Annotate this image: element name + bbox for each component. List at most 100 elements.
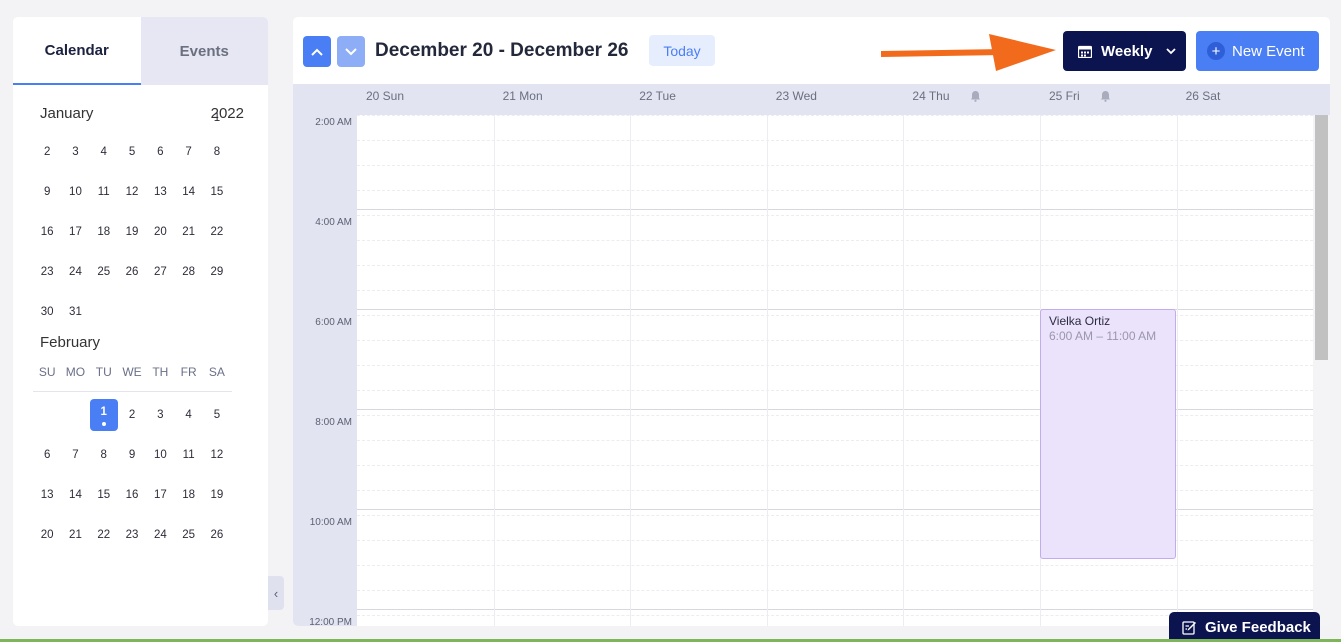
calendar-day[interactable]: 6 [33, 435, 61, 475]
calendar-day[interactable]: 28 [174, 252, 202, 292]
day-header-4[interactable]: 23 Wed [776, 89, 817, 103]
calendar-day[interactable]: 12 [118, 172, 146, 212]
calendar-day[interactable]: 25 [90, 252, 118, 292]
calendar-empty-cell [174, 112, 202, 132]
calendar-day[interactable]: 3 [146, 395, 174, 435]
calendar-day[interactable]: 26 [118, 252, 146, 292]
day-header-2[interactable]: 21 Mon [503, 89, 543, 103]
day-header-1[interactable]: 20 Sun [366, 89, 404, 103]
time-slot-line [357, 165, 1313, 166]
calendar-day[interactable]: 5 [118, 132, 146, 172]
calendar-day[interactable]: 15 [90, 475, 118, 515]
calendar-day[interactable]: 19 [118, 212, 146, 252]
calendar-day[interactable]: 27 [146, 252, 174, 292]
calendar-day[interactable]: 1 [89, 395, 118, 435]
calendar-day[interactable]: 21 [61, 515, 89, 555]
calendar-day[interactable]: 24 [61, 252, 89, 292]
february-day-grid: 1 2 3 4 5 6 7 8 9 10 11 12 13 14 15 16 17 18 19 20 21 22 23 24 2… [33, 395, 268, 555]
day-header-7[interactable]: 26 Sat [1186, 89, 1221, 103]
view-selector-button[interactable]: Weekly [1063, 31, 1186, 71]
calendar-day[interactable]: 3 [61, 132, 89, 172]
calendar-day[interactable]: 11 [174, 435, 202, 475]
weekday-label: MO [65, 365, 86, 379]
event-title: Vielka Ortiz [1049, 314, 1111, 328]
calendar-day[interactable]: 12 [203, 435, 231, 475]
calendar-day[interactable]: 14 [61, 475, 89, 515]
calendar-day[interactable]: 2 [118, 395, 146, 435]
calendar-day[interactable]: 17 [146, 475, 174, 515]
calendar-day[interactable]: 10 [61, 172, 89, 212]
calendar-day[interactable]: 9 [118, 435, 146, 475]
calendar-day[interactable]: 17 [61, 212, 89, 252]
calendar-day[interactable]: 15 [203, 172, 231, 212]
calendar-day[interactable]: 13 [33, 475, 61, 515]
calendar-day[interactable]: 4 [174, 395, 202, 435]
calendar-day[interactable]: 13 [146, 172, 174, 212]
day-column-divider [630, 115, 631, 626]
calendar-day[interactable]: 11 [90, 172, 118, 212]
calendar-day[interactable]: 7 [174, 132, 202, 172]
calendar-empty-cell [90, 292, 118, 332]
calendar-day[interactable]: 5 [203, 395, 231, 435]
today-button[interactable]: Today [649, 35, 715, 66]
calendar-day[interactable]: 31 [61, 292, 89, 332]
day-header-6[interactable]: 25 Fri [1049, 89, 1111, 103]
calendar-day[interactable]: 20 [33, 515, 61, 555]
time-grid: 2:00 AM 4:00 AM 6:00 AM 8:00 AM 10:00 AM 12:0… [293, 115, 1313, 626]
calendar-day[interactable]: 9 [33, 172, 61, 212]
time-slot-line [357, 565, 1313, 566]
time-slot-line [357, 590, 1313, 591]
calendar-day[interactable]: 19 [203, 475, 231, 515]
calendar-day[interactable]: 21 [174, 212, 202, 252]
calendar-day[interactable]: 24 [146, 515, 174, 555]
calendar-day[interactable]: 4 [90, 132, 118, 172]
day-header-label: 26 Sat [1185, 89, 1221, 103]
calendar-day[interactable]: 16 [118, 475, 146, 515]
calendar-day[interactable]: 14 [174, 172, 202, 212]
calendar-day[interactable]: 20 [146, 212, 174, 252]
calendar-day[interactable]: 22 [203, 212, 231, 252]
time-label: 4:00 AM [315, 217, 352, 228]
day-header-3[interactable]: 22 Tue [639, 89, 676, 103]
event-block[interactable]: Vielka Ortiz 6:00 AM – 11:00 AM [1040, 309, 1176, 559]
tab-events[interactable]: Events [140, 17, 268, 85]
event-time: 6:00 AM – 11:00 AM [1049, 329, 1157, 343]
scrollbar-thumb[interactable] [1315, 115, 1328, 360]
collapse-sidebar-button[interactable]: ‹ [268, 576, 284, 610]
view-selector-label: Weekly [1101, 42, 1153, 60]
calendar-day[interactable]: 29 [203, 252, 231, 292]
calendar-icon [1078, 45, 1092, 58]
day-header-5[interactable]: 24 Thu [912, 89, 980, 103]
tab-calendar[interactable]: Calendar [13, 17, 141, 85]
weekday-label: TH [152, 365, 169, 379]
calendar-day[interactable]: 26 [203, 515, 231, 555]
calendar-day[interactable]: 2 [33, 132, 61, 172]
calendar-day[interactable]: 1 [203, 112, 231, 132]
calendar-day[interactable]: 25 [174, 515, 202, 555]
calendar-day[interactable]: 18 [174, 475, 202, 515]
next-week-button[interactable] [337, 36, 365, 67]
calendar-day[interactable]: 22 [90, 515, 118, 555]
calendar-empty-cell [33, 112, 61, 132]
calendar-day[interactable]: 8 [90, 435, 118, 475]
new-event-button[interactable]: + New Event [1196, 31, 1319, 71]
calendar-day[interactable]: 23 [33, 252, 61, 292]
calendar-day[interactable]: 10 [146, 435, 174, 475]
time-slot-line [357, 115, 1313, 116]
previous-week-button[interactable] [303, 36, 331, 67]
calendar-day[interactable]: 30 [33, 292, 61, 332]
month-header: February [13, 334, 268, 351]
give-feedback-button[interactable]: Give Feedback [1169, 612, 1320, 642]
selected-day[interactable]: 1 [89, 399, 118, 431]
vertical-scrollbar[interactable] [1313, 115, 1330, 626]
calendar-day[interactable]: 6 [146, 132, 174, 172]
calendar-day[interactable]: 18 [90, 212, 118, 252]
calendar-day[interactable]: 23 [118, 515, 146, 555]
day-columns: Vielka Ortiz 6:00 AM – 11:00 AM [357, 115, 1313, 626]
calendar-day[interactable]: 7 [61, 435, 89, 475]
calendar-day[interactable]: 16 [33, 212, 61, 252]
day-header-label: 24 Thu [912, 89, 950, 103]
month-february: February SU MO TU WE TH FR SA 1 2 3 4 5 6 7 8 9 10 11 12 1… [13, 334, 268, 555]
january-day-grid: 1 2 3 4 5 6 7 8 9 10 11 12 13 14 15 16 17 18 19 20 21 22 23 24 2… [33, 112, 268, 332]
calendar-day[interactable]: 8 [203, 132, 231, 172]
